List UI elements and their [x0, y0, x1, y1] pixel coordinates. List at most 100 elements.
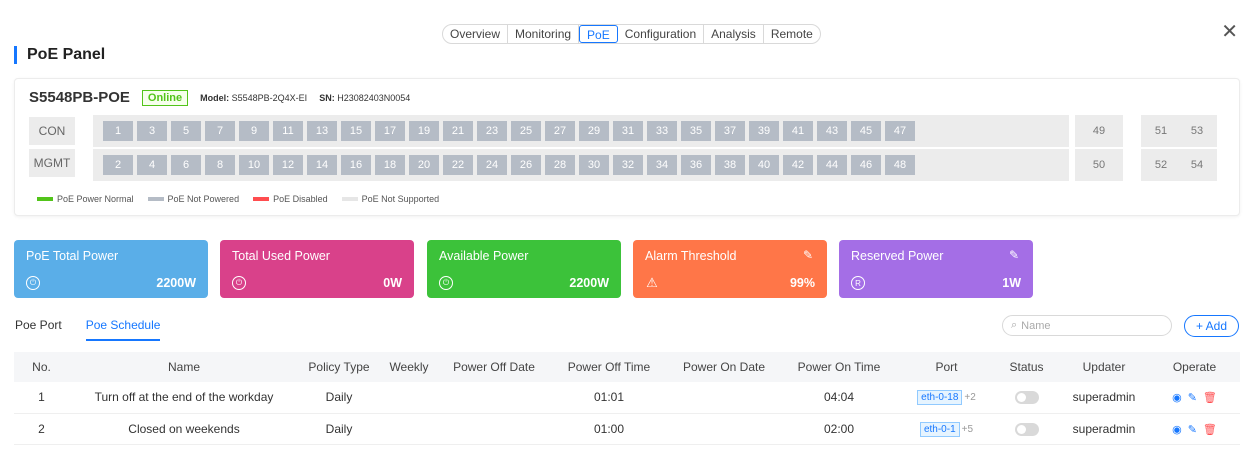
close-icon[interactable]: ✕: [1221, 22, 1238, 42]
status-toggle[interactable]: [1014, 422, 1039, 436]
tab-poe-schedule[interactable]: Poe Schedule: [85, 318, 161, 341]
port-10[interactable]: 10: [239, 155, 269, 175]
tab-poe-port[interactable]: Poe Port: [15, 318, 62, 341]
add-button[interactable]: + Add: [1184, 315, 1239, 337]
port-50[interactable]: 50: [1084, 155, 1114, 175]
port-7[interactable]: 7: [205, 121, 235, 141]
port-tag[interactable]: eth-0-18: [917, 390, 963, 406]
legend-item: PoE Power Normal: [37, 194, 134, 204]
port-3[interactable]: 3: [137, 121, 167, 141]
tab-poe[interactable]: PoE: [579, 25, 618, 43]
port-16[interactable]: 16: [341, 155, 371, 175]
port-6[interactable]: 6: [171, 155, 201, 175]
card-reserved-power: Reserved Power ✎ R 1W: [839, 240, 1033, 298]
port-51[interactable]: 51: [1146, 121, 1176, 141]
top-tabs: Overview Monitoring PoE Configuration An…: [442, 24, 821, 44]
col-status: Status: [994, 352, 1059, 382]
sfp-50-box: 50: [1075, 149, 1123, 181]
tab-analysis[interactable]: Analysis: [704, 25, 764, 43]
col-power-off-time: Power Off Time: [549, 352, 669, 382]
port-19[interactable]: 19: [409, 121, 439, 141]
port-46[interactable]: 46: [851, 155, 881, 175]
card-used-power: Total Used Power ⏻ 0W: [220, 240, 414, 298]
legend-item: PoE Disabled: [253, 194, 328, 204]
port-40[interactable]: 40: [749, 155, 779, 175]
delete-icon[interactable]: 🗑: [1203, 391, 1217, 404]
port-47[interactable]: 47: [885, 121, 915, 141]
port-29[interactable]: 29: [579, 121, 609, 141]
port-15[interactable]: 15: [341, 121, 371, 141]
port-18[interactable]: 18: [375, 155, 405, 175]
status-toggle[interactable]: [1014, 391, 1039, 405]
cell-port: eth-0-1 +5: [899, 413, 994, 445]
col-power-on-time: Power On Time: [779, 352, 899, 382]
port-36[interactable]: 36: [681, 155, 711, 175]
cell-off-date: [439, 413, 549, 445]
port-52[interactable]: 52: [1146, 155, 1176, 175]
device-panel: S5548PB-POE Online Model: S5548PB-2Q4X-E…: [14, 78, 1240, 216]
view-icon[interactable]: ◉: [1172, 423, 1182, 436]
edit-icon[interactable]: ✎: [1188, 423, 1197, 436]
edit-icon[interactable]: ✎: [803, 248, 813, 262]
port-17[interactable]: 17: [375, 121, 405, 141]
port-33[interactable]: 33: [647, 121, 677, 141]
cell-name: Closed on weekends: [69, 413, 299, 445]
port-1[interactable]: 1: [103, 121, 133, 141]
port-31[interactable]: 31: [613, 121, 643, 141]
card-total-power: PoE Total Power ⏻ 2200W: [14, 240, 208, 298]
port-8[interactable]: 8: [205, 155, 235, 175]
edit-icon[interactable]: ✎: [1009, 248, 1019, 262]
port-34[interactable]: 34: [647, 155, 677, 175]
port-41[interactable]: 41: [783, 121, 813, 141]
view-icon[interactable]: ◉: [1172, 391, 1182, 404]
port-35[interactable]: 35: [681, 121, 711, 141]
port-32[interactable]: 32: [613, 155, 643, 175]
port-more[interactable]: +5: [962, 424, 973, 435]
port-39[interactable]: 39: [749, 121, 779, 141]
port-20[interactable]: 20: [409, 155, 439, 175]
delete-icon[interactable]: 🗑: [1203, 423, 1217, 436]
port-2[interactable]: 2: [103, 155, 133, 175]
edit-icon[interactable]: ✎: [1188, 391, 1197, 404]
port-21[interactable]: 21: [443, 121, 473, 141]
port-53[interactable]: 53: [1182, 121, 1212, 141]
port-48[interactable]: 48: [885, 155, 915, 175]
cell-no: 2: [14, 413, 69, 445]
port-12[interactable]: 12: [273, 155, 303, 175]
port-27[interactable]: 27: [545, 121, 575, 141]
port-54[interactable]: 54: [1182, 155, 1212, 175]
port-28[interactable]: 28: [545, 155, 575, 175]
port-49[interactable]: 49: [1084, 121, 1114, 141]
search-input[interactable]: [1021, 319, 1162, 332]
port-42[interactable]: 42: [783, 155, 813, 175]
port-13[interactable]: 13: [307, 121, 337, 141]
port-26[interactable]: 26: [511, 155, 541, 175]
card-title: Available Power: [439, 249, 529, 263]
search-box: ⌕: [1002, 315, 1172, 336]
port-23[interactable]: 23: [477, 121, 507, 141]
port-4[interactable]: 4: [137, 155, 167, 175]
tab-monitoring[interactable]: Monitoring: [508, 25, 580, 43]
port-tag[interactable]: eth-0-1: [919, 421, 960, 437]
port-22[interactable]: 22: [443, 155, 473, 175]
cell-off-date: [439, 382, 549, 414]
tab-configuration[interactable]: Configuration: [618, 25, 705, 43]
port-45[interactable]: 45: [851, 121, 881, 141]
model-info: Model: S5548PB-2Q4X-EI: [200, 92, 308, 103]
port-14[interactable]: 14: [307, 155, 337, 175]
port-11[interactable]: 11: [273, 121, 303, 141]
port-43[interactable]: 43: [817, 121, 847, 141]
port-more[interactable]: +2: [964, 392, 975, 403]
port-44[interactable]: 44: [817, 155, 847, 175]
port-5[interactable]: 5: [171, 121, 201, 141]
tab-remote[interactable]: Remote: [764, 25, 820, 43]
sub-tabs: Poe Port Poe Schedule: [15, 318, 161, 341]
port-37[interactable]: 37: [715, 121, 745, 141]
power-icon: ⏻: [232, 276, 246, 290]
tab-overview[interactable]: Overview: [443, 25, 509, 43]
port-25[interactable]: 25: [511, 121, 541, 141]
port-30[interactable]: 30: [579, 155, 609, 175]
port-24[interactable]: 24: [477, 155, 507, 175]
port-38[interactable]: 38: [715, 155, 745, 175]
port-9[interactable]: 9: [239, 121, 269, 141]
